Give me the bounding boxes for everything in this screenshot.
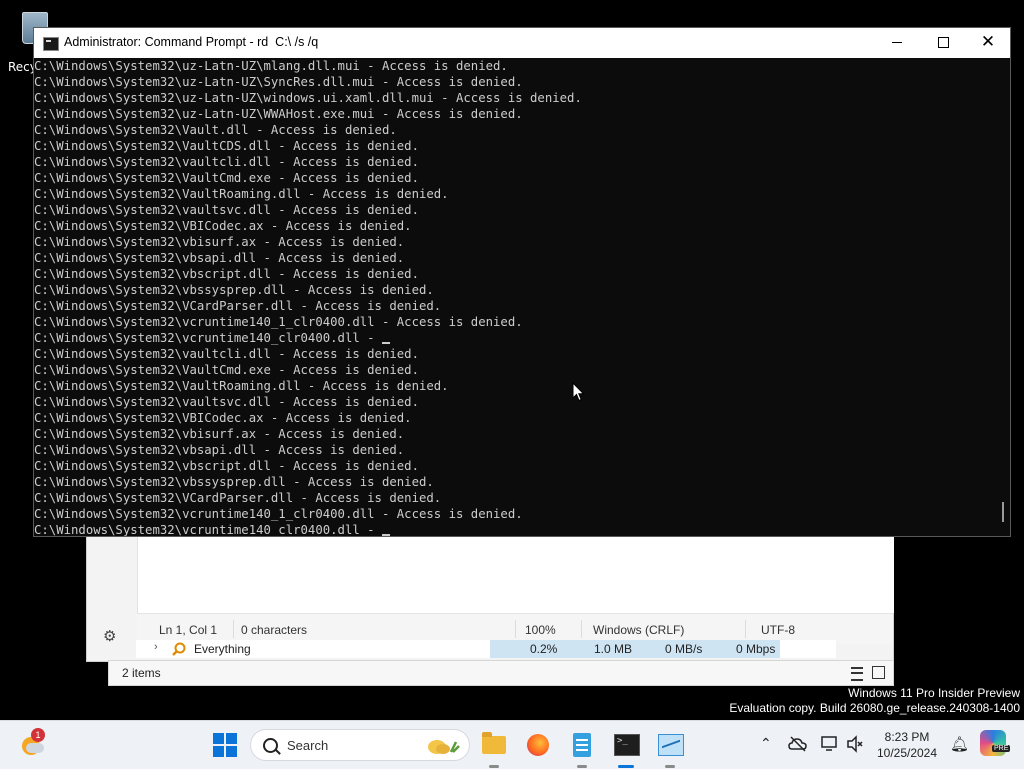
console-line: C:\Windows\System32\vbssysprep.dll - Acc… bbox=[34, 283, 434, 297]
console-line: C:\Windows\System32\vbsapi.dll - Access … bbox=[34, 251, 405, 265]
item-count: 2 items bbox=[122, 666, 161, 680]
weather-badge: 1 bbox=[31, 728, 45, 742]
evaluation-watermark: Windows 11 Pro Insider Preview Evaluatio… bbox=[729, 686, 1020, 716]
chevron-right-icon[interactable]: › bbox=[154, 641, 158, 653]
console-line: C:\Windows\System32\vaultsvc.dll - Acces… bbox=[34, 203, 419, 217]
cursor-position: Ln 1, Col 1 bbox=[159, 623, 218, 637]
cpu-value: 0.2% bbox=[530, 642, 558, 656]
command-prompt-icon bbox=[614, 734, 640, 756]
process-metrics: 0.2% 1.0 MB 0 MB/s 0 Mbps bbox=[490, 640, 780, 658]
console-line: C:\Windows\System32\vbssysprep.dll - Acc… bbox=[34, 475, 434, 489]
console-line: C:\Windows\System32\vaultcli.dll - Acces… bbox=[34, 347, 419, 361]
console-line: C:\Windows\System32\VaultCmd.exe - Acces… bbox=[34, 171, 419, 185]
notepad-icon bbox=[573, 733, 591, 757]
file-explorer-taskbar-button[interactable] bbox=[480, 731, 508, 768]
console-line: C:\Windows\System32\uz-Latn-UZ\WWAHost.e… bbox=[34, 107, 523, 121]
task-manager-icon bbox=[658, 734, 684, 756]
settings-gear-icon[interactable]: ⚙ bbox=[103, 627, 116, 645]
console-line: C:\Windows\System32\uz-Latn-UZ\mlang.dll… bbox=[34, 59, 508, 73]
close-button[interactable]: ✕ bbox=[965, 28, 1011, 58]
console-line: C:\Windows\System32\vbscript.dll - Acces… bbox=[34, 267, 419, 281]
console-line: C:\Windows\System32\VBICodec.ax - Access… bbox=[34, 219, 412, 233]
clock-date: 10/25/2024 bbox=[876, 746, 938, 760]
onedrive-offline-icon[interactable] bbox=[788, 735, 808, 753]
character-count: 0 characters bbox=[241, 623, 308, 637]
console-line: C:\Windows\System32\vaultcli.dll - Acces… bbox=[34, 155, 419, 169]
console-scrollbar[interactable] bbox=[997, 58, 1009, 536]
firefox-icon bbox=[527, 734, 549, 756]
network-icon[interactable] bbox=[820, 735, 840, 753]
watermark-edition: Windows 11 Pro Insider Preview bbox=[848, 686, 1020, 700]
explorer-status-bar: 2 items bbox=[108, 660, 894, 686]
process-row[interactable]: › Everything 0.2% 1.0 MB 0 MB/s 0 Mbps bbox=[136, 640, 836, 658]
search-icon bbox=[263, 738, 278, 753]
everything-search-icon bbox=[172, 642, 186, 656]
console-line: C:\Windows\System32\uz-Latn-UZ\windows.u… bbox=[34, 91, 582, 105]
minimize-icon bbox=[892, 41, 902, 43]
console-line: C:\Windows\System32\vaultsvc.dll - Acces… bbox=[34, 395, 419, 409]
notepad-text-area[interactable] bbox=[137, 531, 894, 613]
firefox-taskbar-button[interactable] bbox=[524, 731, 552, 759]
console-line: C:\Windows\System32\uz-Latn-UZ\SyncRes.d… bbox=[34, 75, 523, 89]
folder-icon bbox=[482, 732, 506, 754]
network-value: 0 Mbps bbox=[736, 642, 776, 656]
console-line: C:\Windows\System32\vbisurf.ax - Access … bbox=[34, 235, 405, 249]
console-line: C:\Windows\System32\VaultRoaming.dll - A… bbox=[34, 187, 449, 201]
start-button[interactable] bbox=[213, 733, 237, 757]
console-line: C:\Windows\System32\vcruntime140_1_clr04… bbox=[34, 315, 523, 329]
window-title: Administrator: Command Prompt - rd C:\ /… bbox=[64, 35, 319, 49]
console-line: C:\Windows\System32\vcruntime140_clr0400… bbox=[34, 522, 994, 536]
console-line: C:\Windows\System32\vcruntime140_clr0400… bbox=[34, 330, 994, 346]
command-prompt-window[interactable]: Administrator: Command Prompt - rd C:\ /… bbox=[33, 27, 1011, 537]
memory-value: 1.0 MB bbox=[594, 642, 633, 656]
console-line: C:\Windows\System32\VaultCDS.dll - Acces… bbox=[34, 139, 419, 153]
console-cursor bbox=[381, 534, 390, 536]
notepad-taskbar-button[interactable] bbox=[568, 731, 596, 768]
task-manager-taskbar-button[interactable] bbox=[656, 731, 684, 768]
minimize-button[interactable] bbox=[874, 28, 920, 58]
mouse-pointer-icon bbox=[572, 382, 585, 402]
system-clock[interactable]: 8:23 PM 10/25/2024 bbox=[872, 729, 942, 761]
disk-value: 0 MB/s bbox=[665, 642, 703, 656]
search-highlight-icon bbox=[428, 740, 460, 754]
notification-bell-icon[interactable]: 🔔︎ bbox=[950, 735, 969, 753]
console-line: C:\Windows\System32\VCardParser.dll - Ac… bbox=[34, 299, 442, 313]
close-icon: ✕ bbox=[980, 32, 996, 52]
copilot-preview-badge: PRE bbox=[992, 745, 1011, 752]
clock-time: 8:23 PM bbox=[884, 730, 930, 744]
console-line: C:\Windows\System32\VaultRoaming.dll - A… bbox=[34, 379, 449, 393]
maximize-icon bbox=[937, 36, 949, 48]
console-line: C:\Windows\System32\Vault.dll - Access i… bbox=[34, 123, 397, 137]
scrollbar-thumb[interactable] bbox=[1002, 502, 1004, 522]
taskbar-search[interactable]: Search bbox=[250, 729, 470, 761]
details-view-icon[interactable] bbox=[851, 667, 863, 681]
chevron-up-icon[interactable]: ⌃ bbox=[760, 735, 772, 752]
console-line: C:\Windows\System32\VBICodec.ax - Access… bbox=[34, 411, 412, 425]
console-line: C:\Windows\System32\vcruntime140_1_clr04… bbox=[34, 507, 523, 521]
cloud-icon bbox=[26, 743, 44, 753]
console-line: C:\Windows\System32\vbisurf.ax - Access … bbox=[34, 427, 405, 441]
terminal-taskbar-button[interactable] bbox=[612, 731, 640, 768]
title-bar[interactable]: Administrator: Command Prompt - rd C:\ /… bbox=[34, 28, 1010, 58]
copilot-icon[interactable] bbox=[980, 730, 1006, 756]
tiles-view-icon[interactable] bbox=[872, 666, 885, 679]
line-ending[interactable]: Windows (CRLF) bbox=[593, 623, 684, 637]
console-cursor bbox=[381, 342, 390, 344]
volume-muted-icon[interactable] bbox=[846, 735, 864, 753]
command-prompt-icon bbox=[43, 37, 59, 51]
console-output[interactable]: C:\Windows\System32\uz-Latn-UZ\mlang.dll… bbox=[34, 58, 994, 536]
encoding[interactable]: UTF-8 bbox=[761, 623, 795, 637]
console-line: C:\Windows\System32\VaultCmd.exe - Acces… bbox=[34, 363, 419, 377]
taskbar: 1 Search ⌃ bbox=[0, 720, 1024, 769]
search-placeholder: Search bbox=[287, 738, 329, 753]
maximize-button[interactable] bbox=[920, 28, 966, 58]
zoom-level[interactable]: 100% bbox=[525, 623, 556, 637]
console-line: C:\Windows\System32\vbsapi.dll - Access … bbox=[34, 443, 405, 457]
watermark-build: Evaluation copy. Build 26080.ge_release.… bbox=[729, 701, 1020, 715]
console-line: C:\Windows\System32\vbscript.dll - Acces… bbox=[34, 459, 419, 473]
process-name: Everything bbox=[194, 642, 251, 656]
console-line: C:\Windows\System32\VCardParser.dll - Ac… bbox=[34, 491, 442, 505]
